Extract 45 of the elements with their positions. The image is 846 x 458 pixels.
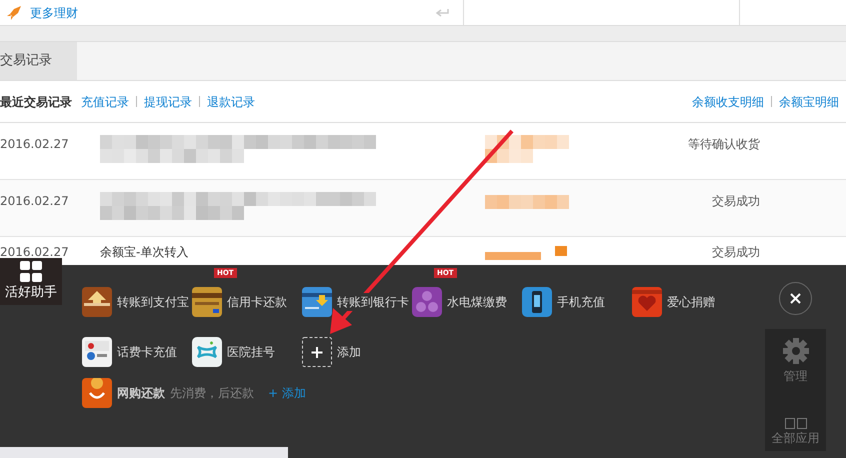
- chest-icon: [82, 287, 112, 317]
- app-label[interactable]: 转账到支付宝: [117, 293, 189, 311]
- record-link[interactable]: 退款记录: [207, 92, 255, 110]
- status-text: 交易成功: [711, 244, 760, 261]
- app-label[interactable]: 话费卡充值: [117, 343, 177, 361]
- sim-card-icon: [82, 337, 112, 367]
- app-label[interactable]: 手机充值: [557, 293, 605, 311]
- bank-card-icon: [302, 287, 332, 317]
- transaction-name: 余额宝-单次转入: [100, 245, 188, 259]
- card-icon: [192, 287, 222, 317]
- grid-icon: [19, 260, 43, 283]
- phone-icon: [522, 287, 552, 317]
- add-link[interactable]: + 添加: [268, 384, 306, 402]
- date-text: 2016.02.27: [0, 136, 70, 153]
- hospital-icon: [192, 337, 222, 367]
- app-label[interactable]: 水电煤缴费: [447, 293, 507, 311]
- record-link[interactable]: 余额宝明细: [779, 92, 839, 110]
- gear-icon: [782, 337, 810, 365]
- section-title: 最近交易记录: [0, 94, 72, 110]
- app-label[interactable]: 医院挂号: [227, 343, 275, 361]
- assistant-title: 活好助手: [5, 284, 57, 302]
- date-text: 2016.02.27: [0, 193, 70, 210]
- close-button[interactable]: [779, 282, 812, 315]
- promo-title: 网购还款: [117, 385, 165, 402]
- date-text: 2016.02.27: [0, 244, 70, 261]
- record-link[interactable]: 余额收支明细: [692, 92, 764, 110]
- windows-icon: [784, 418, 806, 429]
- app-label[interactable]: 爱心捐赠: [667, 293, 715, 311]
- rocket-icon: [6, 4, 22, 20]
- return-icon: [435, 8, 449, 18]
- add-icon: [302, 337, 332, 367]
- utility-icon: [412, 287, 442, 317]
- record-link[interactable]: 提现记录: [144, 92, 192, 110]
- status-text: 交易成功: [711, 193, 760, 210]
- tab[interactable]: 交易记录: [0, 42, 77, 80]
- record-link[interactable]: 充值记录: [81, 92, 129, 110]
- app-label[interactable]: 信用卡还款: [227, 293, 287, 311]
- heart-box-icon: [632, 287, 662, 317]
- status-text: 等待确认收货: [687, 136, 760, 153]
- app-label[interactable]: 转账到银行卡: [337, 293, 409, 311]
- close-icon: [790, 293, 801, 304]
- promo-note: 先消费，后还款: [170, 385, 254, 402]
- more-finance-link[interactable]: 更多理财: [30, 4, 78, 22]
- shopping-bag-icon: [82, 378, 112, 408]
- assistant-tile[interactable]: 活好助手: [0, 258, 62, 305]
